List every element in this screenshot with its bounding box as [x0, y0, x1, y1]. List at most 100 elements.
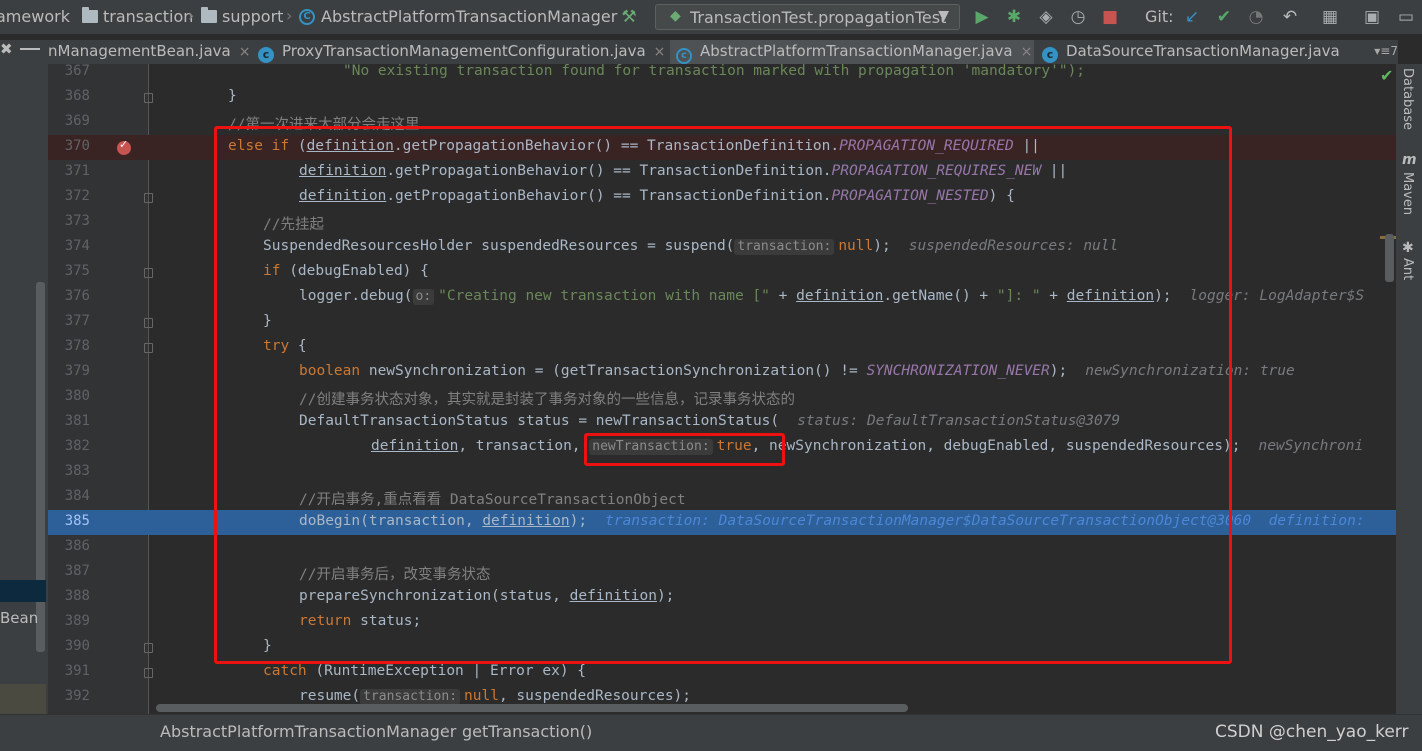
- code-line[interactable]: 380 //创建事务状态对象，其实就是封装了事务对象的一些信息，记录事务状态的: [48, 385, 1396, 410]
- close-icon[interactable]: ×: [1021, 44, 1033, 60]
- code-line[interactable]: 388 prepareSynchronization(status, defini…: [48, 585, 1396, 610]
- line-number[interactable]: 385: [48, 513, 90, 529]
- line-number[interactable]: 377: [48, 313, 90, 329]
- line-number[interactable]: 368: [48, 88, 90, 104]
- line-number[interactable]: 369: [48, 113, 90, 129]
- profile-icon[interactable]: ◷: [1069, 8, 1087, 26]
- fold-icon[interactable]: [144, 318, 153, 328]
- line-number[interactable]: 367: [48, 64, 90, 79]
- code-line[interactable]: 377}: [48, 310, 1396, 335]
- code-editor[interactable]: 367 "No existing transaction found for tr…: [48, 64, 1396, 714]
- breadcrumb-class[interactable]: AbstractPlatformTransactionManager: [160, 722, 456, 741]
- vertical-scrollbar[interactable]: [1385, 234, 1394, 282]
- code-line[interactable]: 374 SuspendedResourcesHolder suspendedRes…: [48, 235, 1396, 260]
- code-line[interactable]: 369 //第一次进来大部分会走这里: [48, 110, 1396, 135]
- breadcrumb-class[interactable]: AbstractPlatformTransactionManager: [321, 7, 617, 26]
- line-number[interactable]: 384: [48, 488, 90, 504]
- code-line[interactable]: 379 boolean newSynchronization = (getTran…: [48, 360, 1396, 385]
- line-number[interactable]: 370: [48, 138, 90, 154]
- code-line[interactable]: 389 return status;: [48, 610, 1396, 635]
- code-line[interactable]: 386: [48, 535, 1396, 560]
- code-line[interactable]: 383: [48, 460, 1396, 485]
- tab-proxy-config[interactable]: c ProxyTransactionManagementConfiguration…: [254, 40, 666, 64]
- fold-icon[interactable]: [144, 643, 153, 653]
- tab-abstract-platform[interactable]: c AbstractPlatformTransactionManager.java…: [670, 40, 1034, 64]
- code-line[interactable]: 385 doBegin(transaction, definition); tran…: [48, 510, 1396, 535]
- breadcrumb-method[interactable]: getTransaction(): [462, 722, 592, 741]
- selected-tree-item[interactable]: [0, 580, 46, 602]
- git-update-icon[interactable]: ↙: [1183, 8, 1201, 26]
- ant-icon[interactable]: ✱: [1402, 240, 1414, 256]
- code-line[interactable]: 372 definition.getPropagationBehavior() =…: [48, 185, 1396, 210]
- tab-management-bean[interactable]: nManagementBean.java ×: [48, 40, 251, 64]
- tabs-overflow-button[interactable]: ▾≡7: [1374, 44, 1398, 58]
- code-line[interactable]: 371 definition.getPropagationBehavior() =…: [48, 160, 1396, 185]
- code-line[interactable]: 381 DefaultTransactionStatus status = new…: [48, 410, 1396, 435]
- line-number[interactable]: 387: [48, 563, 90, 579]
- line-number[interactable]: 374: [48, 238, 90, 254]
- line-number[interactable]: 372: [48, 188, 90, 204]
- fold-icon[interactable]: [144, 668, 153, 678]
- line-number[interactable]: 382: [48, 438, 90, 454]
- line-number[interactable]: 390: [48, 638, 90, 654]
- close-icon[interactable]: ×: [239, 44, 251, 60]
- line-number[interactable]: 383: [48, 463, 90, 479]
- fold-icon[interactable]: [144, 268, 153, 278]
- tree-item-label[interactable]: Bean: [0, 609, 38, 627]
- code-line[interactable]: 373 //先挂起: [48, 210, 1396, 235]
- run-configuration-select[interactable]: ◆ TransactionTest.propagationTest ▼: [655, 4, 960, 30]
- breadcrumb-transaction[interactable]: transaction: [103, 7, 193, 26]
- database-tool-button[interactable]: Database: [1400, 68, 1415, 130]
- code-line[interactable]: 367 "No existing transaction found for tr…: [48, 64, 1396, 85]
- stop-icon[interactable]: ■: [1101, 8, 1119, 26]
- breakpoint-icon[interactable]: [117, 138, 131, 155]
- breadcrumb-framework[interactable]: amework: [0, 7, 70, 26]
- line-number[interactable]: 381: [48, 413, 90, 429]
- horizontal-scrollbar[interactable]: [156, 704, 908, 712]
- maven-icon[interactable]: m: [1402, 152, 1417, 168]
- fold-icon[interactable]: [144, 343, 153, 353]
- code-line[interactable]: 368}: [48, 85, 1396, 110]
- layout-icon[interactable]: ▣: [1363, 8, 1381, 26]
- code-token: SYNCHRONIZATION_NEVER: [866, 363, 1050, 379]
- debug-icon[interactable]: ✱: [1005, 8, 1023, 26]
- code-line[interactable]: 387 //开启事务后，改变事务状态: [48, 560, 1396, 585]
- code-line[interactable]: 384 //开启事务,重点看看 DataSourceTransactionObje…: [48, 485, 1396, 510]
- line-number[interactable]: 375: [48, 263, 90, 279]
- code-line[interactable]: 390}: [48, 635, 1396, 660]
- line-number[interactable]: 391: [48, 663, 90, 679]
- hammer-icon[interactable]: ⚒: [620, 8, 638, 26]
- line-number[interactable]: 378: [48, 338, 90, 354]
- minimize-icon[interactable]: [20, 48, 40, 50]
- line-number[interactable]: 386: [48, 538, 90, 554]
- code-line[interactable]: 375 if (debugEnabled) {: [48, 260, 1396, 285]
- code-line[interactable]: 376 logger.debug(o: "Creating new transact…: [48, 285, 1396, 310]
- code-line[interactable]: 378 try {: [48, 335, 1396, 360]
- breadcrumb-support[interactable]: support: [222, 7, 283, 26]
- rollback-icon[interactable]: ↶: [1281, 8, 1299, 26]
- line-number[interactable]: 389: [48, 613, 90, 629]
- git-commit-icon[interactable]: ✔: [1215, 8, 1233, 26]
- line-number[interactable]: 388: [48, 588, 90, 604]
- line-number[interactable]: 371: [48, 163, 90, 179]
- fold-icon[interactable]: [144, 93, 153, 103]
- line-number[interactable]: 380: [48, 388, 90, 404]
- code-line[interactable]: 391 catch (RuntimeException | Error ex) {: [48, 660, 1396, 685]
- code-line[interactable]: 382 definition, transaction, newTransacti…: [48, 435, 1396, 460]
- fold-icon[interactable]: [144, 193, 153, 203]
- history-icon[interactable]: ◔: [1247, 8, 1265, 26]
- close-icon[interactable]: ×: [654, 44, 666, 60]
- pin-icon[interactable]: ✖: [0, 40, 13, 58]
- tab-datasource-manager[interactable]: c DataSourceTransactionManager.java: [1038, 40, 1340, 64]
- line-number[interactable]: 379: [48, 363, 90, 379]
- line-number[interactable]: 392: [48, 688, 90, 704]
- project-structure-icon[interactable]: ▦: [1321, 8, 1339, 26]
- search-icon[interactable]: ▭: [1397, 8, 1415, 26]
- ant-tool-button[interactable]: Ant: [1400, 258, 1415, 280]
- code-line[interactable]: 370 else if (definition.getPropagationBeh…: [48, 135, 1396, 160]
- coverage-icon[interactable]: ◈: [1037, 8, 1055, 26]
- run-icon[interactable]: ▶: [973, 8, 991, 26]
- line-number[interactable]: 373: [48, 213, 90, 229]
- maven-tool-button[interactable]: Maven: [1400, 172, 1415, 215]
- line-number[interactable]: 376: [48, 288, 90, 304]
